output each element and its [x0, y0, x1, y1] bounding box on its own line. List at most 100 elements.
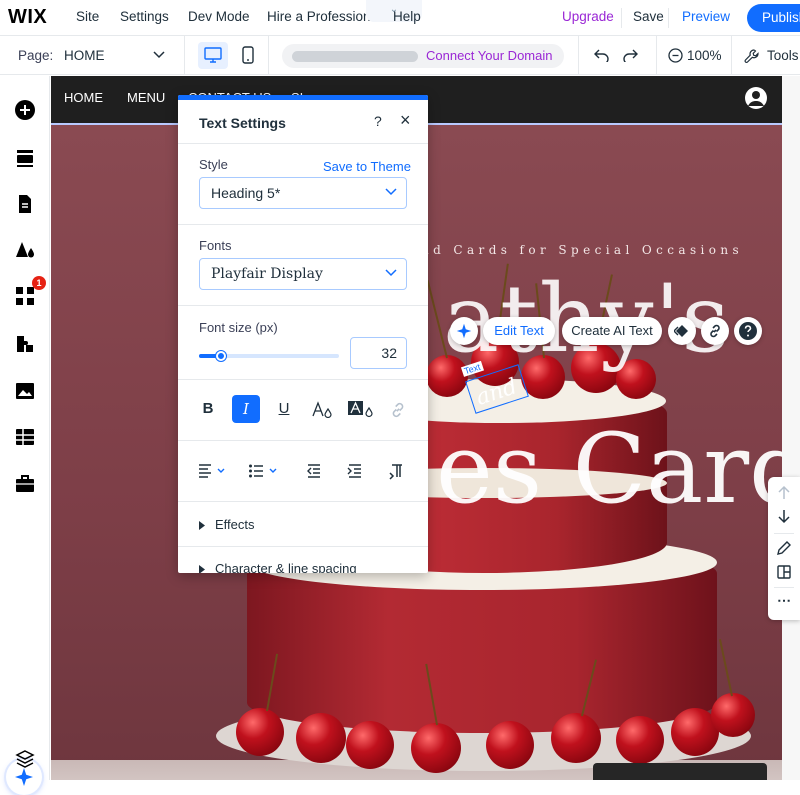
- design-icon[interactable]: [14, 239, 36, 261]
- animation-button[interactable]: [668, 317, 696, 345]
- effects-section[interactable]: Effects: [199, 517, 255, 532]
- help-icon: [739, 322, 757, 340]
- site-nav-home[interactable]: HOME: [64, 76, 103, 120]
- arrow-down-icon[interactable]: [776, 508, 792, 524]
- sections-icon[interactable]: [14, 147, 36, 169]
- caret-right-icon: [199, 521, 205, 531]
- pages-icon[interactable]: [14, 193, 36, 215]
- spacing-section[interactable]: Character & line spacing: [199, 561, 357, 573]
- cherry: [551, 713, 601, 763]
- increase-indent-icon[interactable]: [347, 461, 363, 481]
- desktop-view-button[interactable]: [198, 42, 228, 69]
- italic-button[interactable]: I: [232, 395, 260, 423]
- divider: [184, 36, 185, 75]
- tools-icon[interactable]: [744, 48, 760, 64]
- cherry: [616, 716, 664, 764]
- redo-icon[interactable]: [622, 48, 638, 62]
- decrease-indent-icon[interactable]: [306, 461, 322, 481]
- publish-button[interactable]: Publish: [747, 4, 800, 32]
- panel-title: Text Settings: [199, 115, 286, 131]
- canvas-scrollbar[interactable]: [782, 76, 800, 780]
- menu-help[interactable]: Help: [393, 0, 421, 36]
- font-size-input[interactable]: 32: [350, 337, 407, 369]
- close-icon[interactable]: ×: [400, 110, 411, 131]
- add-icon[interactable]: [14, 99, 36, 121]
- undo-icon[interactable]: [594, 48, 610, 62]
- font-size-label: Font size (px): [199, 320, 278, 335]
- style-dropdown[interactable]: Heading 5*: [199, 177, 407, 209]
- save-button[interactable]: Save: [633, 0, 664, 36]
- fonts-label: Fonts: [199, 238, 232, 253]
- effects-label: Effects: [215, 517, 255, 532]
- link-icon[interactable]: [390, 402, 406, 418]
- panel-accent-bar: [178, 95, 428, 100]
- hero-title-line2[interactable]: es Cards: [436, 413, 782, 525]
- cms-icon[interactable]: [14, 426, 36, 448]
- mobile-view-icon[interactable]: [242, 46, 254, 64]
- link-icon: [710, 324, 720, 338]
- wix-logo[interactable]: WIX: [8, 0, 47, 36]
- style-dropdown-value: Heading 5*: [211, 185, 281, 201]
- left-sidebar: [0, 76, 50, 795]
- font-dropdown[interactable]: Playfair Display: [199, 258, 407, 290]
- upgrade-link[interactable]: Upgrade: [562, 0, 614, 36]
- cherry: [711, 693, 755, 737]
- layers-icon[interactable]: [14, 748, 36, 770]
- apps-notification-badge: 1: [32, 276, 46, 290]
- text-color-icon[interactable]: [312, 401, 332, 418]
- element-side-tools: ⋯: [768, 477, 800, 620]
- divider: [731, 36, 732, 75]
- text-direction-icon[interactable]: [388, 461, 404, 481]
- text-settings-panel: Text Settings ? × Style Save to Theme He…: [178, 95, 428, 573]
- ai-sparkle-button[interactable]: [450, 317, 478, 345]
- cherry: [236, 708, 284, 756]
- help-icon[interactable]: ?: [374, 113, 382, 129]
- media-icon[interactable]: [14, 380, 36, 402]
- font-dropdown-value: Playfair Display: [211, 266, 323, 282]
- menu-settings[interactable]: Settings: [120, 0, 169, 36]
- divider: [178, 440, 428, 441]
- cherry: [346, 721, 394, 769]
- hero-subtitle[interactable]: nd Cards for Special Occasions: [421, 243, 743, 257]
- save-to-theme-link[interactable]: Save to Theme: [323, 159, 411, 174]
- edit-text-button[interactable]: Edit Text: [483, 317, 555, 345]
- sparkle-icon: [15, 768, 33, 786]
- underline-button[interactable]: U: [270, 395, 298, 423]
- menu-site[interactable]: Site: [76, 0, 99, 36]
- page-selector[interactable]: HOME: [64, 36, 105, 75]
- site-nav-menu[interactable]: MENU: [127, 76, 165, 120]
- apps-icon[interactable]: [14, 285, 36, 307]
- arrow-up-icon[interactable]: [776, 485, 792, 501]
- divider: [178, 143, 428, 144]
- layout-icon[interactable]: [776, 564, 792, 580]
- bullet-list-icon[interactable]: [248, 461, 280, 481]
- menu-hire-professional[interactable]: Hire a Professional: [267, 0, 381, 36]
- zoom-level[interactable]: 100%: [687, 36, 722, 75]
- zoom-out-icon[interactable]: [668, 48, 683, 63]
- highlight-color-icon[interactable]: [348, 400, 374, 418]
- link-button[interactable]: [701, 317, 729, 345]
- chat-button[interactable]: Let's Chat!: [593, 763, 767, 780]
- edit-pencil-icon[interactable]: [776, 540, 792, 556]
- font-size-slider-handle[interactable]: [216, 351, 227, 361]
- create-ai-text-button[interactable]: Create AI Text: [562, 317, 662, 345]
- divider: [178, 224, 428, 225]
- menu-dev-mode[interactable]: Dev Mode: [188, 0, 250, 36]
- spacing-label: Character & line spacing: [215, 561, 357, 573]
- bold-button[interactable]: B: [194, 395, 222, 423]
- portfolio-icon[interactable]: [14, 473, 36, 495]
- divider: [578, 36, 579, 75]
- caret-right-icon: [199, 565, 205, 573]
- page-label: Page:: [18, 48, 54, 63]
- more-actions-icon[interactable]: ⋯: [768, 592, 800, 609]
- connect-domain-link[interactable]: Connect Your Domain: [426, 44, 552, 68]
- chevron-down-icon[interactable]: [153, 51, 165, 59]
- divider: [268, 36, 269, 75]
- align-left-icon[interactable]: [198, 461, 228, 481]
- help-button[interactable]: [734, 317, 762, 345]
- chevron-down-icon: [385, 188, 397, 196]
- business-icon[interactable]: [14, 333, 36, 355]
- tools-button[interactable]: Tools: [767, 36, 799, 75]
- preview-button[interactable]: Preview: [682, 0, 730, 36]
- account-avatar-icon[interactable]: [744, 86, 768, 110]
